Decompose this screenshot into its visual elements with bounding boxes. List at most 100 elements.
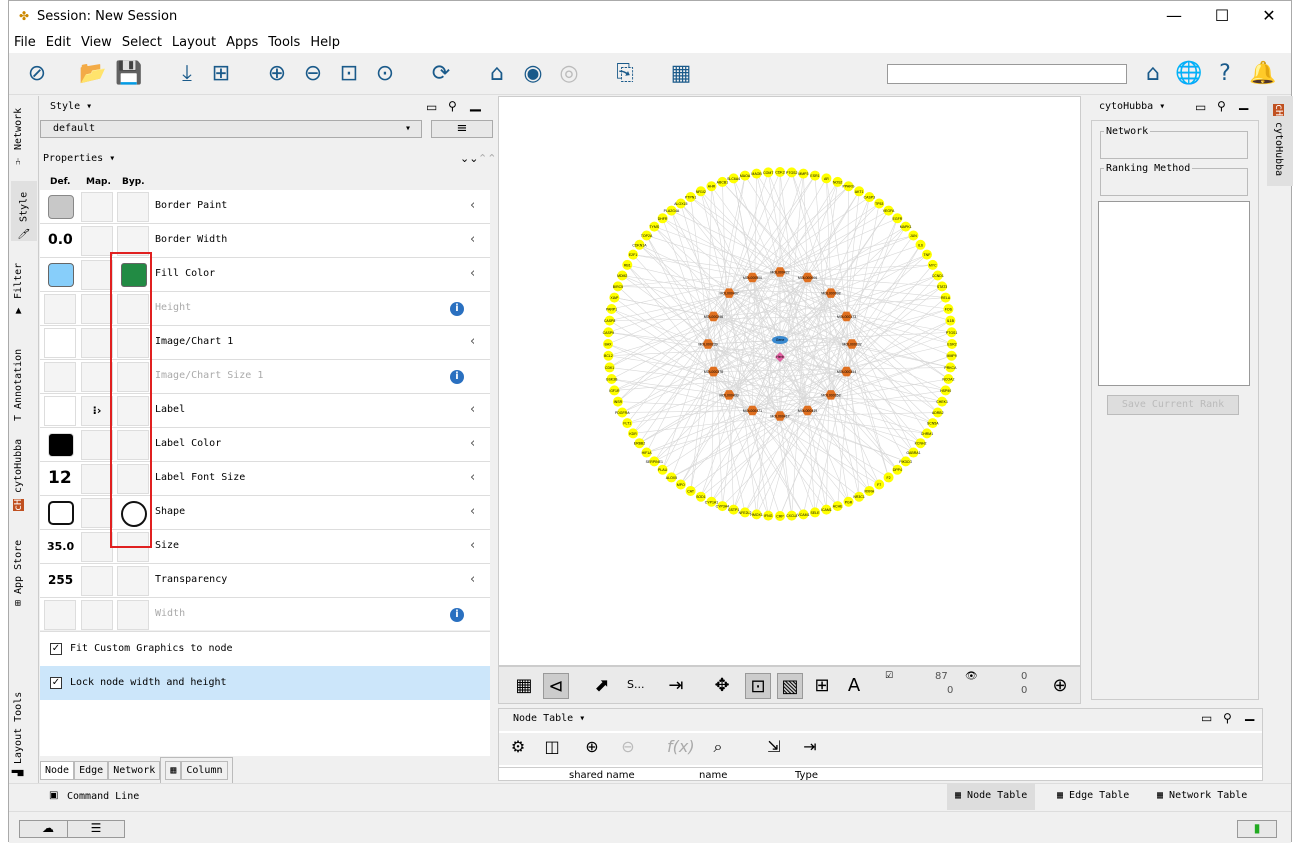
properties-dropdown[interactable]: Properties ▾ <box>43 153 115 164</box>
save-icon[interactable]: 💾 <box>115 61 143 87</box>
passthrough-mapping-icon[interactable]: ⁝› <box>81 396 113 426</box>
fit-custom-graphics-checkbox[interactable]: ✓ <box>50 643 62 655</box>
edge[interactable] <box>700 271 781 497</box>
info-icon[interactable]: i <box>450 302 464 316</box>
chevron-left-icon[interactable]: ‹ <box>470 334 475 349</box>
border-width-mapping-cell[interactable] <box>81 226 113 256</box>
gear-icon[interactable]: ⚙ <box>505 737 531 756</box>
function-builder-icon[interactable]: f(x) <box>667 737 695 756</box>
row-size[interactable]: 35.0 Size ‹ <box>40 530 490 564</box>
menu-file[interactable]: File <box>9 31 41 50</box>
label-font-size-mapping-cell[interactable] <box>81 464 113 494</box>
import-table-icon[interactable]: ⊞ <box>207 61 235 87</box>
show-icon[interactable]: ◎ <box>555 61 583 87</box>
edge[interactable] <box>779 415 849 502</box>
fill-color-default-swatch[interactable] <box>48 263 74 287</box>
zoom-selected-icon[interactable]: ⊙ <box>371 61 399 87</box>
tab-filter[interactable]: ▼ Filter <box>13 256 24 316</box>
info-icon[interactable]: i <box>450 370 464 384</box>
edge[interactable] <box>646 235 753 411</box>
grid-view-icon[interactable]: ▦ <box>511 673 537 699</box>
edge[interactable] <box>662 371 714 470</box>
tab-edge-style[interactable]: Edge <box>74 761 109 780</box>
border-width-default[interactable]: 0.0 <box>44 226 76 256</box>
style-panel-header[interactable]: Style ▾ <box>50 101 92 112</box>
edge[interactable] <box>846 371 914 453</box>
tab-layout-tools[interactable]: ▟ Layout Tools <box>13 681 24 776</box>
home-icon[interactable]: ⌂ <box>1139 61 1167 87</box>
edge[interactable] <box>846 331 952 372</box>
tab-node-table[interactable]: ▦ Node Table <box>947 784 1036 810</box>
select-annotations-icon[interactable]: ⊞ <box>809 673 835 699</box>
style-options-button[interactable]: ≡ <box>431 120 493 138</box>
import-network-icon[interactable]: ⤓ <box>173 61 201 87</box>
collapse-all-icon[interactable]: ⌄⌄ <box>460 152 478 165</box>
menu-view[interactable]: View <box>76 31 117 50</box>
border-paint-mapping-cell[interactable] <box>81 192 113 222</box>
float-panel-icon[interactable]: ▭ <box>1201 711 1212 725</box>
image-chart-size-default-cell[interactable] <box>44 362 76 392</box>
expand-all-icon[interactable]: ⌃⌃ <box>478 152 496 165</box>
help-icon[interactable]: ? <box>1211 61 1239 87</box>
minimize-panel-icon[interactable]: ▁ <box>1239 96 1248 110</box>
edge[interactable] <box>633 415 781 434</box>
image-chart-default-cell[interactable] <box>44 328 76 358</box>
fill-color-mapping-cell[interactable] <box>81 260 113 290</box>
row-fill-color[interactable]: Fill Color ‹ <box>40 258 490 292</box>
minimize-button[interactable]: — <box>1159 6 1189 25</box>
tab-edge-table[interactable]: ▦ Edge Table <box>1049 784 1137 810</box>
row-shape[interactable]: Shape ‹ <box>40 496 490 530</box>
network-graph[interactable]: CDK2 PTGS2 MMP3 ESR1 AR NOS2PPARGAKT1CASP3 TP5… <box>499 97 1082 667</box>
chevron-left-icon[interactable]: ‹ <box>470 470 475 485</box>
size-default[interactable]: 35.0 <box>44 532 76 562</box>
tab-network[interactable]: ⑂ Network <box>13 106 24 166</box>
home-first-neighbors-icon[interactable]: ⌂ <box>483 61 511 87</box>
tab-annotation[interactable]: T Annotation <box>13 331 24 421</box>
col-shared-name[interactable]: shared name <box>569 770 635 781</box>
s-label[interactable]: S... <box>627 678 644 691</box>
cytoscape-logo-icon[interactable]: ⊘ <box>23 61 51 87</box>
col-name[interactable]: name <box>699 770 727 781</box>
tab-network-table[interactable]: ▦ Network Table <box>1149 784 1255 810</box>
node-table-dropdown[interactable]: Node Table ▾ <box>513 713 585 724</box>
label-color-default-swatch[interactable] <box>48 433 74 457</box>
network-canvas[interactable]: CDK2 PTGS2 MMP3 ESR1 AR NOS2 PPARG AKT1 CASP3 TP5… <box>498 96 1081 666</box>
edge[interactable] <box>680 394 730 485</box>
save-current-rank-button[interactable]: Save Current Rank <box>1107 395 1239 415</box>
float-panel-icon[interactable]: ▭ <box>1195 100 1206 114</box>
pin-icon[interactable]: ⚲ <box>448 99 457 113</box>
tab-cytohubba-right[interactable]: cH cytoHubba <box>1273 104 1284 176</box>
row-transparency[interactable]: 255 Transparency ‹ <box>40 564 490 598</box>
share-network-icon[interactable]: ⎘ <box>611 61 639 87</box>
chevron-left-icon[interactable]: ‹ <box>470 436 475 451</box>
transparency-bypass-cell[interactable] <box>117 566 149 596</box>
pan-icon[interactable]: ✥ <box>709 673 735 699</box>
width-bypass-cell[interactable] <box>117 600 149 630</box>
transparency-mapping-cell[interactable] <box>81 566 113 596</box>
fit-custom-graphics-option[interactable]: ✓ Fit Custom Graphics to node <box>40 632 490 666</box>
zoom-out-icon[interactable]: ⊖ <box>299 61 327 87</box>
row-border-paint[interactable]: Border Paint ‹ <box>40 190 490 224</box>
height-default-cell[interactable] <box>44 294 76 324</box>
text-annotation-icon[interactable]: A <box>841 673 867 699</box>
cytohubba-dropdown[interactable]: cytoHubba ▾ <box>1099 101 1165 112</box>
row-label-color[interactable]: Label Color ‹ <box>40 428 490 462</box>
zoom-fit-icon[interactable]: ⊡ <box>335 61 363 87</box>
transparency-default[interactable]: 255 <box>44 566 76 596</box>
row-height[interactable]: Height i <box>40 292 490 326</box>
size-mapping-cell[interactable] <box>81 532 113 562</box>
col-type[interactable]: Type <box>795 770 818 781</box>
edge[interactable] <box>690 343 709 491</box>
command-line-label[interactable]: Command Line <box>67 791 139 802</box>
navigator-icon[interactable]: ⊕ <box>1047 673 1073 699</box>
edge[interactable] <box>622 410 753 413</box>
chevron-left-icon[interactable]: ‹ <box>470 402 475 417</box>
edge[interactable] <box>779 210 889 273</box>
tab-column-style[interactable]: ▦ Column <box>160 757 233 784</box>
border-paint-bypass-cell[interactable] <box>117 192 149 222</box>
edge[interactable] <box>851 244 921 345</box>
row-border-width[interactable]: 0.0 Border Width ‹ <box>40 224 490 258</box>
memory-status-icon[interactable]: ▮ <box>1237 820 1277 838</box>
menu-layout[interactable]: Layout <box>167 31 221 50</box>
tab-cytohubba[interactable]: cH cytoHubba <box>13 431 24 511</box>
